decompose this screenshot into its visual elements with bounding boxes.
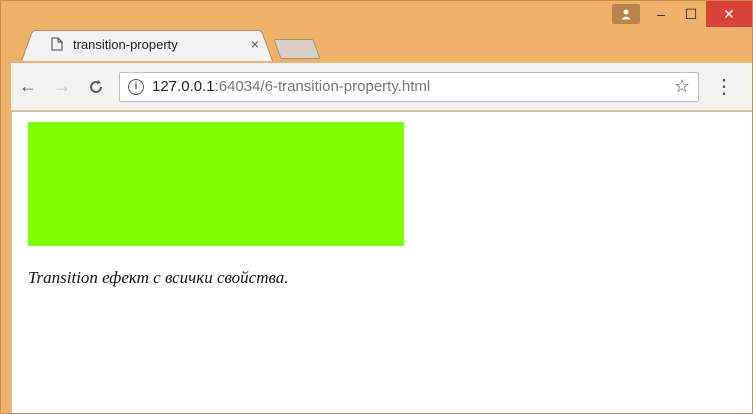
reload-button[interactable] <box>79 72 113 102</box>
tab-close-icon[interactable]: × <box>251 36 259 52</box>
window-controls: – ☐ ✕ <box>612 1 752 27</box>
forward-button[interactable]: → <box>45 72 79 102</box>
transition-box <box>28 122 404 246</box>
user-profile-button[interactable] <box>612 4 640 24</box>
page-icon <box>51 37 63 51</box>
back-button[interactable]: ← <box>11 72 45 102</box>
minimize-button[interactable]: – <box>646 1 676 27</box>
close-window-button[interactable]: ✕ <box>706 1 752 27</box>
reload-icon <box>90 79 102 93</box>
url-path: :64034/6-transition-property.html <box>214 78 431 95</box>
new-tab-button[interactable] <box>277 39 317 59</box>
page-viewport: Transition ефект с всички свойства. <box>11 112 752 413</box>
user-icon <box>621 9 631 20</box>
browser-window: – ☐ ✕ transition-property × ← → i 127.0.… <box>0 0 753 414</box>
bookmark-star-icon[interactable]: ☆ <box>674 76 690 97</box>
page-caption: Transition ефект с всички свойства. <box>28 268 289 287</box>
tab-title: transition-property <box>73 36 178 52</box>
browser-menu-icon[interactable]: ⋮ <box>709 74 739 99</box>
tab-transition-property[interactable]: transition-property × <box>21 27 273 61</box>
url-host: 127.0.0.1 <box>152 78 215 95</box>
maximize-button[interactable]: ☐ <box>676 1 706 27</box>
info-icon[interactable]: i <box>128 78 144 95</box>
browser-toolbar: ← → i 127.0.0.1:64034/6-transition-prope… <box>11 63 752 111</box>
tab-strip: transition-property × <box>21 29 317 61</box>
address-bar[interactable]: i 127.0.0.1:64034/6-transition-property.… <box>119 71 699 102</box>
url-text: 127.0.0.1:64034/6-transition-property.ht… <box>152 78 430 95</box>
